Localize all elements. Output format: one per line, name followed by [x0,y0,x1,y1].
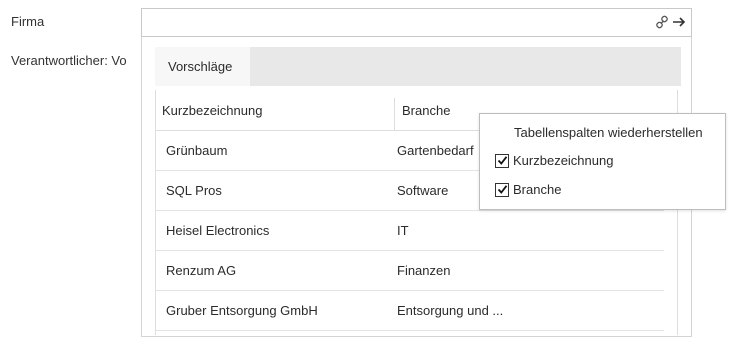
checkbox-kurzbezeichnung[interactable] [495,153,509,168]
cell-kurzbezeichnung: SQL Pros [166,183,222,198]
cell-branche: Software [397,183,449,198]
restore-columns-item[interactable]: Tabellenspalten wiederherstellen [514,125,703,140]
menu-item-kurzbezeichnung[interactable]: Kurzbezeichnung [495,153,613,168]
menu-item-label: Kurzbezeichnung [513,153,614,168]
link-icon[interactable] [655,14,669,30]
cell-branche: Entsorgung und ... [397,303,504,318]
tab-strip: Vorschläge [155,47,681,86]
table-row[interactable]: Renzum AG Finanzen [156,251,664,291]
checkbox-branche[interactable] [495,182,509,197]
table-row[interactable]: Gruber Entsorgung GmbH Entsorgung und ..… [156,291,664,331]
verantwortlicher-label: Verantwortlicher: Vo [11,53,127,68]
column-header-branche[interactable]: Branche [402,90,450,131]
cell-kurzbezeichnung: Grünbaum [166,143,228,158]
column-context-menu: Tabellenspalten wiederherstellen Kurzbez… [479,113,726,210]
cell-branche: Finanzen [397,263,451,278]
cell-kurzbezeichnung: Gruber Entsorgung GmbH [166,303,318,318]
menu-item-label: Branche [513,182,562,197]
column-divider[interactable] [394,98,395,131]
table-row[interactable]: Heisel Electronics IT [156,211,664,251]
arrow-right-icon[interactable] [671,14,687,30]
tab-vorschlaege[interactable]: Vorschläge [155,47,250,86]
column-header-kurzbezeichnung[interactable]: Kurzbezeichnung [162,90,262,131]
firma-input[interactable] [141,8,692,37]
cell-branche: IT [397,223,409,238]
firma-label: Firma [11,14,45,29]
cell-branche: Gartenbedarf [397,143,474,158]
checkmark-icon [497,185,507,194]
menu-item-branche[interactable]: Branche [495,182,561,197]
cell-kurzbezeichnung: Heisel Electronics [166,223,270,238]
checkmark-icon [497,156,507,165]
cell-kurzbezeichnung: Renzum AG [166,263,237,278]
firma-input-icons [655,14,687,30]
